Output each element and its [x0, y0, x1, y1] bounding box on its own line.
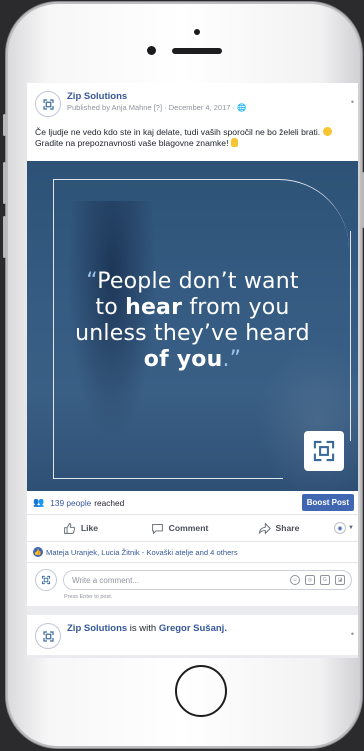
proximity-sensor [194, 29, 200, 35]
page-name-link[interactable]: Zip Solutions [67, 91, 246, 102]
share-icon [258, 522, 271, 534]
volume-up-button [3, 162, 6, 204]
quote-close-mark: .” [222, 347, 242, 372]
camera-icon[interactable]: ◎ [305, 575, 315, 585]
post-image[interactable]: “People don’t want to hear from you unle… [27, 161, 358, 491]
zip-logo-icon [42, 98, 54, 110]
quote-line-3: unless they’ve heard [75, 321, 310, 346]
emoji-icon[interactable]: ☺ [290, 575, 300, 585]
like-button[interactable]: Like [31, 522, 130, 535]
next-post: Zip Solutions is with Gregor Sušanj. • [27, 615, 358, 655]
post: Zip Solutions Published by Anja Mahne [?… [27, 83, 358, 606]
smile-emoji-icon [322, 127, 332, 136]
pointing-hand-emoji-icon [230, 138, 238, 147]
post-meta-text: Published by Anja Mahne [?] · December 4… [67, 103, 238, 112]
post-options-icon[interactable]: • [351, 97, 354, 107]
audience-selector[interactable]: ◉ ▼ [328, 522, 354, 534]
sticker-icon[interactable]: ◪ [335, 575, 345, 585]
zip-logo-icon [41, 575, 51, 585]
facebook-feed-screen: Zip Solutions Published by Anja Mahne [?… [27, 83, 358, 658]
globe-icon: 🌐 [237, 103, 247, 112]
likes-summary[interactable]: Mateja Uranjek, Lucia Žitnik - Kovaški a… [46, 548, 238, 557]
reach-suffix: reached [94, 497, 125, 508]
thumbs-up-icon [64, 522, 75, 534]
quote-line-2-bold: hear [125, 295, 183, 320]
image-frame-line-bottom [53, 477, 283, 479]
earpiece-speaker [172, 48, 222, 54]
page-audience-icon: ◉ [334, 522, 347, 534]
image-logo [304, 431, 344, 471]
comment-label: Comment [168, 523, 209, 533]
next-post-title: Zip Solutions is with Gregor Sušanj. [67, 623, 227, 655]
page-name-link[interactable]: Zip Solutions [67, 623, 127, 634]
tagged-person-link[interactable]: Gregor Sušanj. [159, 623, 227, 634]
share-button[interactable]: Share [229, 522, 328, 535]
comment-input[interactable]: Write a comment... ☺ ◎ G ◪ [63, 570, 352, 590]
caption-text-2: Gradite na prepoznavnosti vaše blagovne … [35, 138, 231, 148]
zip-logo-icon [42, 630, 54, 642]
people-icon: 👥 [33, 497, 45, 507]
quote-line-4-bold: of you [143, 347, 223, 372]
next-post-header: Zip Solutions is with Gregor Sušanj. • [27, 615, 358, 655]
page-avatar[interactable] [35, 91, 61, 117]
post-meta: Published by Anja Mahne [?] · December 4… [67, 103, 246, 112]
quote-open-mark: “ [86, 269, 98, 294]
post-caption: Če ljudje ne vedo kdo ste in kaj delate,… [27, 123, 358, 161]
boost-post-button[interactable]: Boost Post [301, 494, 354, 511]
image-quote: “People don’t want to hear from you unle… [27, 269, 358, 373]
quote-line-1: People don’t want [97, 269, 299, 294]
page-avatar[interactable] [35, 623, 61, 649]
likes-row[interactable]: 👍 Mateja Uranjek, Lucia Žitnik - Kovaški… [27, 542, 358, 563]
with-text: is with [127, 623, 159, 634]
like-reaction-icon: 👍 [33, 547, 43, 557]
mute-switch [3, 114, 6, 136]
like-label: Like [80, 523, 99, 533]
quote-line-2-post: from you [182, 295, 290, 320]
comment-button[interactable]: Comment [130, 522, 229, 535]
home-button[interactable] [175, 665, 227, 717]
zip-logo-icon [313, 440, 335, 462]
chevron-down-icon: ▼ [348, 525, 354, 531]
comment-composer: Write a comment... ☺ ◎ G ◪ [27, 563, 358, 591]
gif-icon[interactable]: G [320, 575, 330, 585]
comment-icon [151, 523, 163, 534]
front-camera [147, 46, 156, 55]
commenter-avatar [35, 569, 57, 591]
press-enter-hint: Press Enter to post. [64, 594, 113, 600]
comment-placeholder: Write a comment... [72, 575, 139, 585]
post-actions: Like Comment Share ◉ ▼ [27, 515, 358, 542]
reach-count-link[interactable]: 139 people [50, 498, 91, 508]
reach-row: 👥 139 people reached Boost Post [27, 491, 358, 515]
post-header: Zip Solutions Published by Anja Mahne [?… [27, 83, 358, 123]
quote-line-2-pre: to [95, 295, 126, 320]
post-options-icon[interactable]: • [351, 629, 354, 639]
volume-down-button [3, 216, 6, 258]
caption-text-1: Če ljudje ne vedo kdo ste in kaj delate,… [35, 127, 323, 137]
feed-gap [27, 606, 358, 615]
share-label: Share [275, 523, 300, 533]
